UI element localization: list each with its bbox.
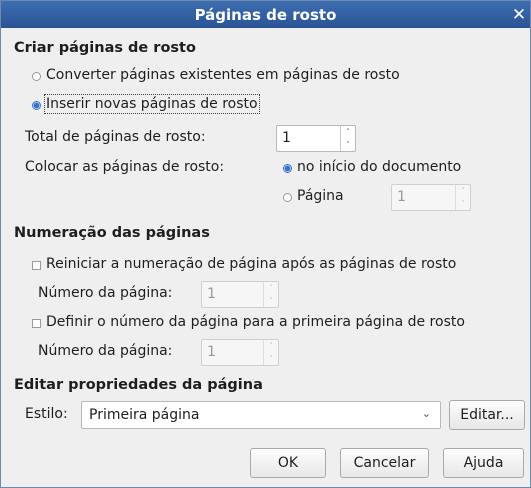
spin-down-icon[interactable]: ˅	[461, 200, 465, 208]
style-value: Primeira página	[89, 407, 200, 423]
spin-down-icon[interactable]: ˅	[346, 141, 350, 149]
spin-arrows-icon[interactable]: ˄ ˅	[263, 340, 278, 365]
convert-radio[interactable]	[32, 72, 41, 81]
spin-down-icon[interactable]: ˅	[269, 355, 273, 363]
spin-arrows-icon[interactable]: ˄ ˅	[340, 126, 355, 151]
ok-button[interactable]: OK	[250, 448, 326, 478]
page-value: 1	[397, 189, 406, 205]
first-page-spinbox[interactable]: 1 ˄ ˅	[201, 339, 279, 366]
spin-down-icon[interactable]: ˅	[269, 297, 273, 305]
create-section-heading: Criar páginas de rosto	[14, 40, 196, 56]
place-label: Colocar as páginas de rosto:	[25, 159, 225, 175]
spin-up-icon[interactable]: ˄	[269, 342, 273, 350]
spin-up-icon[interactable]: ˄	[346, 128, 350, 136]
restart-checkbox[interactable]	[32, 261, 41, 270]
cover-pages-dialog: Páginas de rosto ✕ Criar páginas de rost…	[0, 0, 531, 488]
spin-arrows-icon[interactable]: ˄ ˅	[455, 185, 470, 210]
style-label: Estilo:	[25, 406, 68, 422]
total-label: Total de páginas de rosto:	[25, 129, 206, 145]
set-first-checkbox[interactable]	[32, 319, 41, 328]
restart-page-spinbox[interactable]: 1 ˄ ˅	[201, 281, 279, 308]
numbering-section-heading: Numeração das páginas	[14, 225, 210, 241]
first-page-label: Número da página:	[38, 343, 173, 359]
spin-arrows-icon[interactable]: ˄ ˅	[263, 282, 278, 307]
spin-up-icon[interactable]: ˄	[461, 187, 465, 195]
total-value: 1	[282, 130, 291, 146]
dialog-title: Páginas de rosto	[194, 5, 337, 24]
at-start-label[interactable]: no início do documento	[297, 159, 461, 175]
convert-label[interactable]: Converter páginas existentes em páginas …	[46, 67, 400, 83]
page-radio[interactable]	[283, 193, 292, 202]
insert-label[interactable]: Inserir novas páginas de rosto	[44, 94, 260, 114]
props-section-heading: Editar propriedades da página	[14, 377, 263, 393]
first-page-value: 1	[207, 344, 216, 360]
close-icon[interactable]: ✕	[508, 1, 530, 28]
page-label[interactable]: Página	[297, 188, 344, 204]
cancel-button[interactable]: Cancelar	[340, 448, 429, 478]
page-spinbox[interactable]: 1 ˄ ˅	[391, 184, 471, 211]
total-spinbox[interactable]: 1 ˄ ˅	[276, 125, 356, 152]
edit-button[interactable]: Editar...	[449, 400, 525, 430]
chevron-down-icon[interactable]: ⌄	[422, 407, 431, 420]
spin-up-icon[interactable]: ˄	[269, 284, 273, 292]
set-first-label[interactable]: Definir o número da página para a primei…	[46, 314, 465, 330]
help-button[interactable]: Ajuda	[443, 448, 524, 478]
insert-radio[interactable]	[32, 101, 41, 110]
title-bar: Páginas de rosto ✕	[1, 1, 530, 28]
restart-page-value: 1	[207, 286, 216, 302]
restart-label[interactable]: Reiniciar a numeração de página após as …	[46, 256, 456, 272]
at-start-radio[interactable]	[283, 164, 292, 173]
restart-page-label: Número da página:	[38, 285, 173, 301]
style-combobox[interactable]: Primeira página ⌄	[81, 401, 441, 429]
